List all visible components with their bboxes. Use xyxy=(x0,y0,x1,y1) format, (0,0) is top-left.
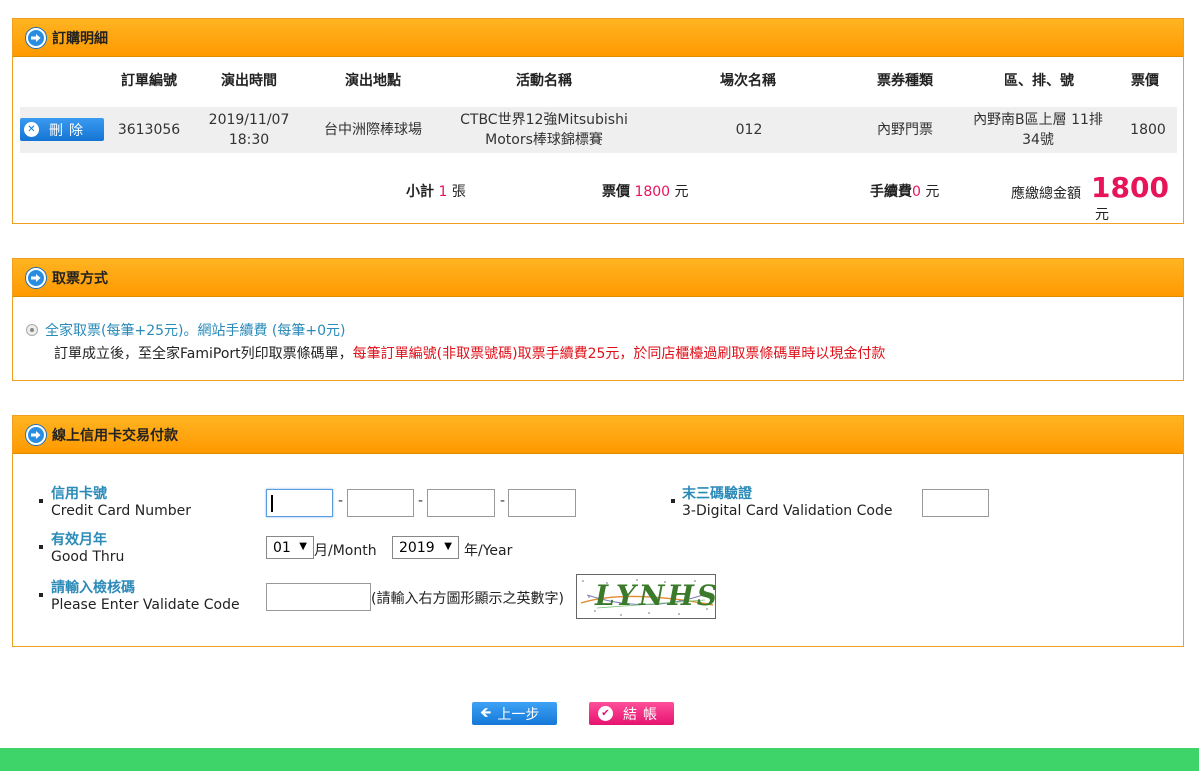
captcha-image: LYNHS xyxy=(576,574,716,619)
checkout-button[interactable]: ✔ 結帳 xyxy=(589,702,674,725)
delete-button[interactable]: ✕ 刪除 xyxy=(20,118,104,141)
col-time: 演出時間 xyxy=(221,73,277,89)
event-line-1: CTBC世界12強Mitsubishi xyxy=(460,112,628,128)
session-name: 012 xyxy=(735,122,763,138)
payment-header: 線上信用卡交易付款 xyxy=(13,416,1183,454)
close-icon: ✕ xyxy=(24,122,39,137)
fee-summary: 手續費0 元 xyxy=(870,184,940,200)
radio-button[interactable] xyxy=(26,324,38,336)
payment-title: 線上信用卡交易付款 xyxy=(52,427,178,444)
payment-panel: 線上信用卡交易付款 信用卡號 Credit Card Number - - - … xyxy=(12,415,1184,647)
month-unit: 月/Month xyxy=(314,543,377,559)
footer-bar xyxy=(0,748,1199,771)
col-order-no: 訂單編號 xyxy=(121,73,177,89)
event-line-2: Motors棒球錦標賽 xyxy=(485,132,603,148)
dash: - xyxy=(418,493,424,509)
dash: - xyxy=(500,493,506,509)
total-amount: 1800 元 xyxy=(1091,171,1169,223)
checkout-label: 結帳 xyxy=(623,706,663,723)
pickup-option-familymart[interactable]: 全家取票(每筆+25元)。網站手續費 (每筆+0元) xyxy=(26,320,345,340)
arrow-left-icon: 🡸 xyxy=(480,704,492,721)
show-clock: 18:30 xyxy=(228,132,270,148)
card-number-label: 信用卡號 Credit Card Number xyxy=(51,486,191,519)
col-price: 票價 xyxy=(1131,73,1159,89)
show-date: 2019/11/07 xyxy=(208,112,290,128)
order-table-header: 訂單編號 演出時間 演出地點 活動名稱 場次名稱 票券種類 區、排、號 票價 xyxy=(13,71,1183,93)
pickup-note: 訂單成立後，至全家FamiPort列印取票條碼單，每筆訂單編號(非取票號碼)取票… xyxy=(54,346,886,362)
pickup-panel: 取票方式 全家取票(每筆+25元)。網站手續費 (每筆+0元) 訂單成立後，至全… xyxy=(12,258,1184,381)
chevron-down-icon: ▼ xyxy=(444,541,452,552)
col-venue: 演出地點 xyxy=(345,73,401,89)
card-number-field-1[interactable] xyxy=(266,489,333,517)
pickup-fee-warning: 每筆訂單編號(非取票號碼)取票手續費25元，於同店櫃檯過刷取票條碼單時以現金付款 xyxy=(352,346,886,362)
bullet xyxy=(671,499,675,503)
arrow-right-icon xyxy=(26,27,46,48)
text-caret xyxy=(271,495,273,512)
cvv-label: 末三碼驗證 3-Digital Card Validation Code xyxy=(682,486,893,519)
month-select[interactable]: 01 ▼ xyxy=(266,536,314,559)
year-select[interactable]: 2019 ▼ xyxy=(392,536,459,559)
dash: - xyxy=(338,493,344,509)
order-no: 3613056 xyxy=(117,122,181,138)
bullet xyxy=(39,499,43,503)
pickup-title: 取票方式 xyxy=(52,270,108,287)
order-details-title: 訂購明細 xyxy=(52,30,108,47)
order-details-header: 訂購明細 xyxy=(13,19,1183,57)
expiry-label: 有效月年 Good Thru xyxy=(51,532,125,565)
col-ticket-type: 票券種類 xyxy=(877,73,933,89)
venue: 台中洲際棒球場 xyxy=(324,122,422,138)
seat: 內野南B區上層 11排 34號 xyxy=(970,107,1106,153)
event-name: CTBC世界12強Mitsubishi Motors棒球錦標賽 xyxy=(450,107,638,153)
col-seat: 區、排、號 xyxy=(1004,73,1074,89)
validate-hint: (請輸入右方圖形顯示之英數字) xyxy=(371,591,564,607)
arrow-right-icon xyxy=(26,424,46,445)
price-summary: 票價 1800 元 xyxy=(602,184,689,200)
validate-code-input[interactable] xyxy=(266,583,371,611)
pickup-header: 取票方式 xyxy=(13,259,1183,297)
total-label: 應繳總金額 xyxy=(1011,186,1081,202)
pickup-option-label: 全家取票(每筆+25元)。網站手續費 (每筆+0元) xyxy=(45,323,346,339)
table-row: ✕ 刪除 3613056 2019/11/07 18:30 台中洲際棒球場 CT… xyxy=(20,107,1177,153)
bullet xyxy=(39,545,43,549)
validate-code-label: 請輸入檢核碼 Please Enter Validate Code xyxy=(51,580,240,613)
bullet xyxy=(39,593,43,597)
prev-step-button[interactable]: 🡸 上一步 xyxy=(472,702,557,725)
col-session: 場次名稱 xyxy=(720,73,776,89)
seat-line-2: 34號 xyxy=(1022,132,1054,148)
card-number-field-2[interactable] xyxy=(347,489,414,517)
captcha-text: LYNHS xyxy=(595,579,716,612)
col-event: 活動名稱 xyxy=(516,73,572,89)
check-icon: ✔ xyxy=(598,706,613,721)
order-summary: 小計 1 張 票價 1800 元 手續費0 元 應繳總金額 1800 元 xyxy=(13,171,1183,223)
show-time: 2019/11/07 18:30 xyxy=(208,107,290,153)
arrow-right-icon xyxy=(26,267,46,288)
year-unit: 年/Year xyxy=(464,543,513,559)
ticket-type: 內野門票 xyxy=(877,122,933,138)
subtotal: 小計 1 張 xyxy=(406,184,466,200)
prev-step-label: 上一步 xyxy=(497,706,540,723)
card-number-field-3[interactable] xyxy=(427,489,495,517)
seat-line-1: 內野南B區上層 11排 xyxy=(973,112,1103,128)
delete-label: 刪除 xyxy=(49,122,89,139)
cvv-input[interactable] xyxy=(922,489,989,517)
card-number-field-4[interactable] xyxy=(508,489,576,517)
ticket-price: 1800 xyxy=(1130,122,1166,138)
chevron-down-icon: ▼ xyxy=(299,541,307,552)
order-details-panel: 訂購明細 訂單編號 演出時間 演出地點 活動名稱 場次名稱 票券種類 區、排、號… xyxy=(12,18,1184,224)
